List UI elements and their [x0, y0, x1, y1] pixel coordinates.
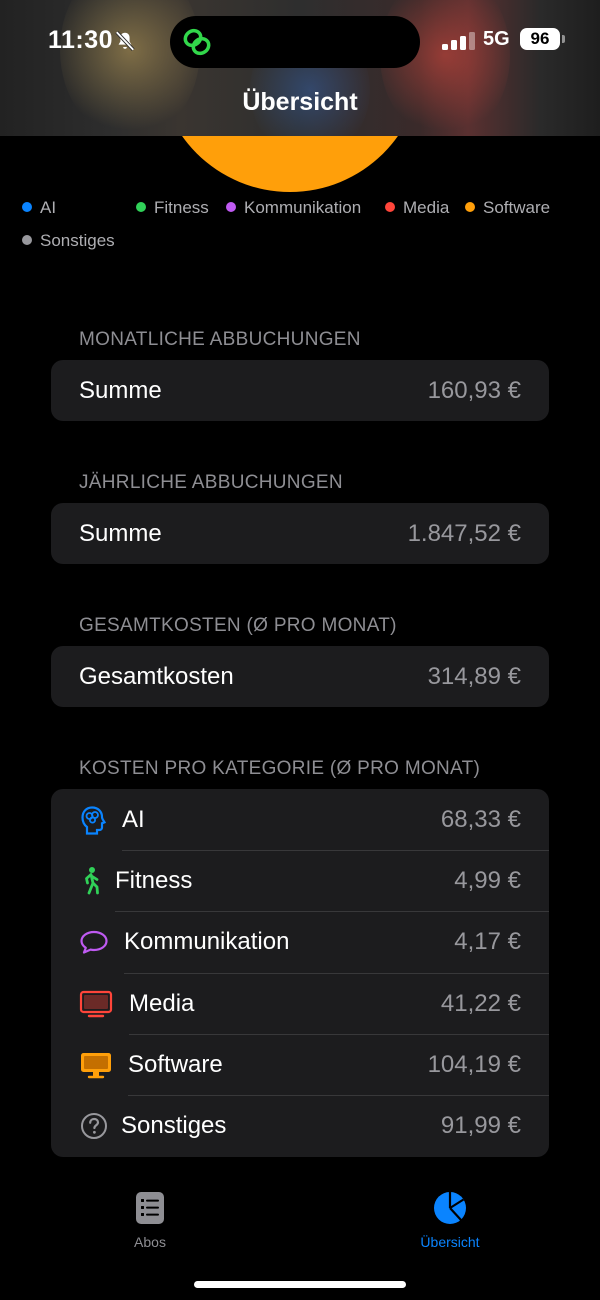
- legend-item-fitness: Fitness: [136, 198, 209, 218]
- row-separator: [128, 1094, 549, 1096]
- link-chain-icon: [183, 28, 211, 56]
- category-row-media[interactable]: Media 41,22 €: [51, 972, 549, 1034]
- row-separator: [122, 850, 549, 852]
- legend-dot: [385, 202, 395, 212]
- cellular-signal-icon: [442, 32, 475, 50]
- question-circle-icon: [81, 1112, 107, 1139]
- section-header-total: GESAMTKOSTEN (Ø PRO MONAT): [79, 615, 397, 636]
- legend-item-sonstiges: Sonstiges: [22, 231, 115, 251]
- row-separator: [129, 1033, 549, 1035]
- category-value: 41,22 €: [440, 989, 521, 1017]
- section-header-monthly: MONATLICHE ABBUCHUNGEN: [79, 329, 361, 350]
- category-label: Kommunikation: [124, 928, 290, 956]
- list-document-icon: [136, 1192, 164, 1224]
- tab-label: Übersicht: [420, 1234, 480, 1250]
- category-row-ai[interactable]: AI 68,33 €: [51, 789, 549, 850]
- yearly-sum-row: Summe 1.847,52 €: [51, 503, 549, 564]
- monthly-card: Summe 160,93 €: [51, 360, 549, 421]
- category-row-kommunikation[interactable]: Kommunikation 4,17 €: [51, 911, 549, 972]
- row-label: Gesamtkosten: [79, 662, 234, 690]
- row-value: 160,93 €: [427, 376, 521, 404]
- status-time: 11:30: [48, 26, 114, 54]
- total-card: Gesamtkosten 314,89 €: [51, 646, 549, 707]
- row-separator: [115, 911, 549, 913]
- tab-abos[interactable]: Abos: [90, 1190, 210, 1250]
- speech-bubble-icon: [80, 931, 108, 954]
- category-label: Sonstiges: [121, 1111, 227, 1139]
- category-row-sonstiges[interactable]: Sonstiges 91,99 €: [51, 1094, 549, 1156]
- dynamic-island: [170, 16, 420, 68]
- brain-head-icon: [81, 806, 107, 835]
- network-type: 5G: [483, 28, 510, 50]
- row-separator: [124, 972, 549, 974]
- row-value: 314,89 €: [427, 662, 521, 690]
- legend-dot: [226, 202, 236, 212]
- legend-item-kommunikation: Kommunikation: [226, 198, 361, 218]
- category-label: AI: [122, 806, 145, 833]
- tab-uebersicht[interactable]: Übersicht: [390, 1190, 510, 1250]
- category-pie-chart[interactable]: [158, 136, 422, 192]
- battery-indicator: 96: [520, 28, 560, 50]
- pie-chart-icon: [434, 1192, 466, 1224]
- legend-dot: [136, 202, 146, 212]
- category-label: Fitness: [115, 867, 193, 895]
- category-row-fitness[interactable]: Fitness 4,99 €: [51, 850, 549, 911]
- page-title: Übersicht: [242, 88, 358, 116]
- category-value: 4,17 €: [454, 928, 521, 956]
- legend-item-ai: AI: [22, 198, 56, 218]
- category-value: 68,33 €: [440, 806, 521, 833]
- walking-figure-icon: [85, 867, 99, 895]
- section-header-yearly: JÄHRLICHE ABBUCHUNGEN: [79, 472, 343, 493]
- status-bar: 11:30 5G 96: [0, 16, 600, 68]
- pie-slice-software: [158, 136, 422, 192]
- desktop-icon: [81, 1052, 111, 1078]
- legend-dot: [22, 235, 32, 245]
- tab-label: Abos: [134, 1234, 166, 1250]
- legend-item-media: Media: [385, 198, 449, 218]
- category-value: 91,99 €: [440, 1111, 521, 1139]
- total-cost-row: Gesamtkosten 314,89 €: [51, 646, 549, 707]
- category-value: 4,99 €: [454, 867, 521, 895]
- home-indicator: [194, 1281, 406, 1288]
- categories-card: AI 68,33 € Fitness 4,99 € Kommunikation …: [51, 789, 549, 1157]
- category-row-software[interactable]: Software 104,19 €: [51, 1033, 549, 1095]
- monthly-sum-row: Summe 160,93 €: [51, 360, 549, 421]
- section-header-categories: KOSTEN PRO KATEGORIE (Ø PRO MONAT): [79, 758, 481, 779]
- row-value: 1.847,52 €: [407, 519, 521, 547]
- row-label: Summe: [79, 519, 162, 547]
- legend-dot: [22, 202, 32, 212]
- legend-item-software: Software: [465, 198, 550, 218]
- category-label: Media: [129, 989, 195, 1017]
- category-value: 104,19 €: [427, 1050, 521, 1078]
- bell-slash-icon: [115, 31, 135, 51]
- row-label: Summe: [79, 376, 162, 404]
- yearly-card: Summe 1.847,52 €: [51, 503, 549, 564]
- legend-dot: [465, 202, 475, 212]
- category-label: Software: [128, 1050, 223, 1078]
- tv-icon: [79, 990, 113, 1017]
